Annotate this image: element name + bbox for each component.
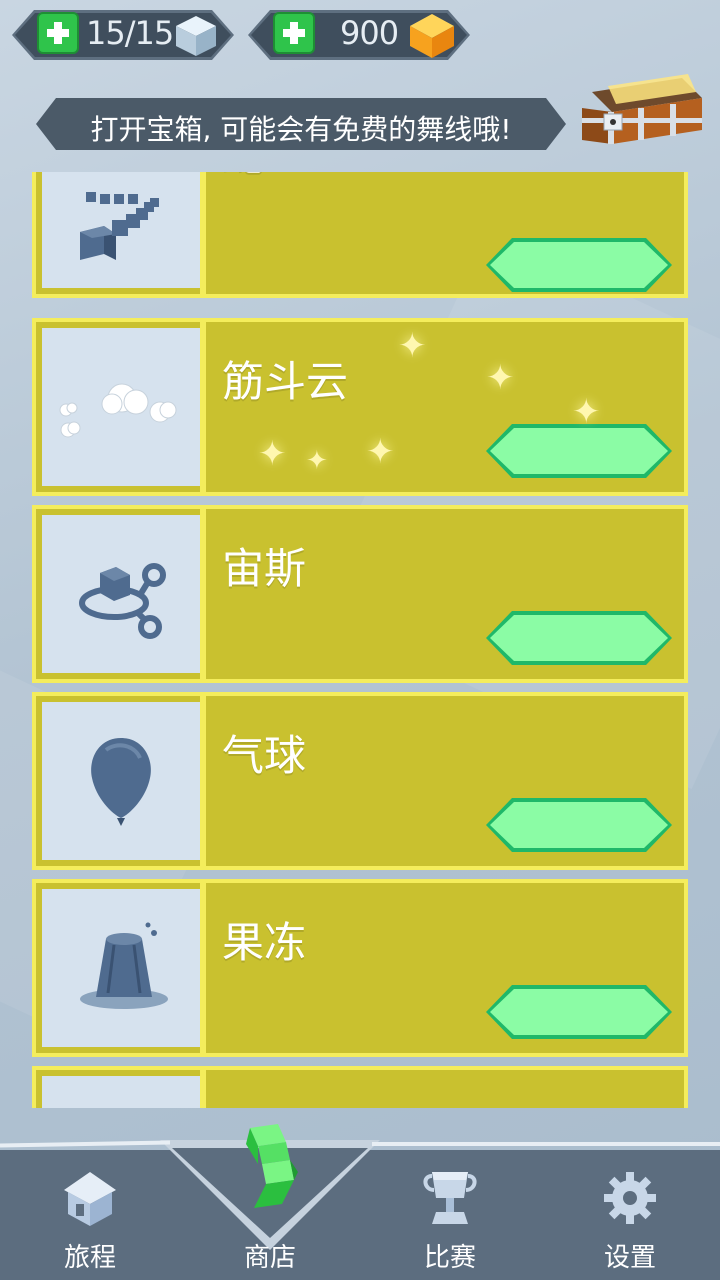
snake-icon xyxy=(80,192,159,260)
sparkle-icon: ✦ xyxy=(572,392,601,432)
gems-count: 900 xyxy=(340,14,399,52)
item-thumbnail xyxy=(42,515,200,673)
sparkle-icon: ✦ xyxy=(306,446,328,476)
shop-item[interactable]: 气球 xyxy=(32,692,688,870)
lives-count: 15/15 xyxy=(86,14,174,52)
nav-settings[interactable]: 设置 xyxy=(560,1160,700,1280)
nav-journey-label: 旅程 xyxy=(63,1243,116,1273)
promo-banner-text: 打开宝箱, 可能会有免费的舞线哦! xyxy=(90,113,512,146)
item-name: 果冻 xyxy=(222,918,307,967)
nav-settings-label: 设置 xyxy=(603,1243,656,1273)
shop-item[interactable]: 果冻 xyxy=(32,879,688,1057)
item-thumbnail xyxy=(42,328,200,486)
shop-item[interactable]: 蛇 xyxy=(32,172,688,298)
item-thumbnail xyxy=(42,1076,200,1108)
buy-button[interactable] xyxy=(486,238,672,292)
shop-item[interactable]: 小夫夫 xyxy=(32,1066,688,1108)
item-name: 气球 xyxy=(222,731,307,780)
ice-cube-icon xyxy=(176,16,216,56)
gear-icon xyxy=(604,1172,656,1224)
sparkle-icon: ✦ xyxy=(398,326,427,366)
shop-item-list[interactable]: 蛇 筋斗云 ✦ ✦ ✦ ✦ ✦ ✦ xyxy=(32,172,688,1108)
add-gems-button[interactable] xyxy=(273,12,315,54)
item-name: 筋斗云 xyxy=(222,357,349,406)
treasure-chest-icon[interactable] xyxy=(578,72,706,156)
nav-contest[interactable]: 比赛 xyxy=(380,1160,520,1280)
nav-shop[interactable]: 商店 xyxy=(200,1124,340,1280)
nav-shop-label: 商店 xyxy=(243,1243,296,1273)
shop-item[interactable]: 筋斗云 ✦ ✦ ✦ ✦ ✦ ✦ xyxy=(32,318,688,496)
item-name: 宙斯 xyxy=(222,544,307,593)
trophy-icon xyxy=(423,1172,477,1224)
item-name: 蛇 xyxy=(222,172,264,183)
item-thumbnail xyxy=(42,172,200,288)
buy-button[interactable] xyxy=(486,424,672,478)
home-icon xyxy=(64,1172,116,1226)
buy-button[interactable] xyxy=(486,798,672,852)
shop-item[interactable]: 宙斯 xyxy=(32,505,688,683)
sparkle-icon: ✦ xyxy=(486,358,515,398)
buy-button[interactable] xyxy=(486,985,672,1039)
shop-logo-icon xyxy=(246,1124,298,1208)
jelly-icon xyxy=(80,922,168,1009)
nav-contest-label: 比赛 xyxy=(423,1243,476,1273)
promo-banner[interactable]: 打开宝箱, 可能会有免费的舞线哦! xyxy=(36,98,566,150)
sparkle-icon: ✦ xyxy=(258,434,287,474)
buy-button[interactable] xyxy=(486,611,672,665)
item-thumbnail xyxy=(42,889,200,1047)
cloud-icon xyxy=(59,383,177,438)
zeus-icon xyxy=(79,563,166,639)
sparkle-icon: ✦ xyxy=(366,432,395,472)
item-thumbnail xyxy=(42,702,200,860)
gem-icon xyxy=(410,14,454,58)
nav-journey[interactable]: 旅程 xyxy=(20,1160,160,1280)
item-name: 小夫夫 xyxy=(222,1096,348,1108)
add-lives-button[interactable] xyxy=(37,12,79,54)
balloon-icon xyxy=(91,738,151,826)
